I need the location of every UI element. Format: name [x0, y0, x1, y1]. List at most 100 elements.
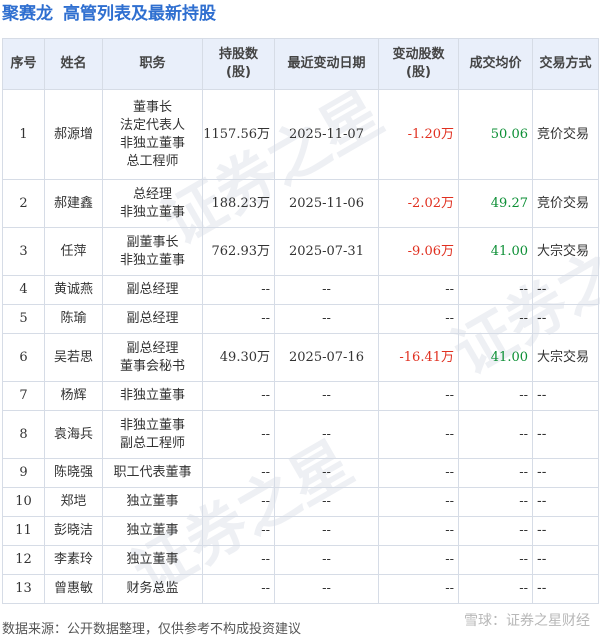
cell-position: 总经理 非独立董事 — [102, 179, 203, 228]
table-row: 3 任萍 副董事长 非独立董事 762.93万 2025-07-31 -9.06万 41.0… — [2, 227, 599, 276]
cell-shares: 762.93万 — [202, 227, 275, 276]
cell-index: 4 — [2, 275, 45, 305]
cell-name: 郑垲 — [44, 487, 103, 517]
table-row: 10 郑垲 独立董事 -- -- -- -- -- — [2, 487, 599, 517]
cell-change-shares: -1.20万 — [378, 89, 459, 180]
brand-watermark: 雪球：证券之星财经 — [464, 613, 590, 629]
cell-position: 独立董事 — [102, 516, 203, 546]
cell-position: 非独立董事 — [102, 381, 203, 411]
cell-change-date: 2025-11-06 — [274, 179, 379, 228]
cell-avg-price: -- — [458, 516, 533, 546]
cell-shares: 49.30万 — [202, 333, 275, 382]
table-row: 9 陈晓强 职工代表董事 -- -- -- -- -- — [2, 458, 599, 488]
table-row: 7 杨辉 非独立董事 -- -- -- -- -- — [2, 381, 599, 411]
cell-trade-method: 竞价交易 — [532, 179, 599, 228]
cell-change-shares: -- — [378, 458, 459, 488]
cell-index: 12 — [2, 545, 45, 575]
cell-index: 1 — [2, 89, 45, 180]
cell-change-date: -- — [274, 410, 379, 459]
cell-change-date: -- — [274, 275, 379, 305]
cell-shares: -- — [202, 381, 275, 411]
column-header: 序号 — [2, 38, 45, 90]
cell-shares: -- — [202, 304, 275, 334]
table-row: 2 郝建鑫 总经理 非独立董事 188.23万 2025-11-06 -2.02万 49.2… — [2, 179, 599, 228]
table-row: 6 吴若思 副总经理 董事会秘书 49.30万 2025-07-16 -16.41万 41.… — [2, 333, 599, 382]
cell-change-shares: -- — [378, 381, 459, 411]
page-title: 聚赛龙 高管列表及最新持股 — [2, 3, 216, 25]
table-header-row: 序号 姓名 职务 持股数 (股) 最近变动日期 变动股数 (股) 成交均价 交易方式 — [2, 38, 599, 90]
cell-position: 独立董事 — [102, 487, 203, 517]
table-row: 11 彭晓洁 独立董事 -- -- -- -- -- — [2, 516, 599, 546]
table-body: 1 郝源增 董事长 法定代表人 非独立董事 总工程师 1157.56万 2025-11-… — [2, 89, 599, 604]
cell-change-shares: -- — [378, 304, 459, 334]
cell-trade-method: -- — [532, 458, 599, 488]
cell-avg-price: 41.00 — [458, 227, 533, 276]
cell-change-shares: -- — [378, 487, 459, 517]
cell-index: 9 — [2, 458, 45, 488]
cell-change-date: 2025-11-07 — [274, 89, 379, 180]
cell-shares: -- — [202, 574, 275, 604]
cell-change-shares: -16.41万 — [378, 333, 459, 382]
cell-trade-method: -- — [532, 487, 599, 517]
cell-change-date: -- — [274, 304, 379, 334]
cell-avg-price: -- — [458, 275, 533, 305]
table-row: 1 郝源增 董事长 法定代表人 非独立董事 总工程师 1157.56万 2025-11-… — [2, 89, 599, 180]
cell-avg-price: -- — [458, 381, 533, 411]
cell-position: 副总经理 — [102, 304, 203, 334]
table-row: 8 袁海兵 非独立董事 副总工程师 -- -- -- -- -- — [2, 410, 599, 459]
cell-avg-price: -- — [458, 304, 533, 334]
company-name: 聚赛龙 — [2, 4, 53, 24]
cell-change-date: -- — [274, 574, 379, 604]
column-header: 成交均价 — [458, 38, 533, 90]
cell-position: 副总经理 — [102, 275, 203, 305]
cell-trade-method: -- — [532, 516, 599, 546]
cell-name: 彭晓洁 — [44, 516, 103, 546]
cell-name: 陈晓强 — [44, 458, 103, 488]
cell-index: 10 — [2, 487, 45, 517]
cell-change-shares: -- — [378, 516, 459, 546]
cell-avg-price: 50.06 — [458, 89, 533, 180]
cell-position: 非独立董事 副总工程师 — [102, 410, 203, 459]
cell-name: 郝建鑫 — [44, 179, 103, 228]
cell-name: 袁海兵 — [44, 410, 103, 459]
executive-table: 序号 姓名 职务 持股数 (股) 最近变动日期 变动股数 (股) 成交均价 交易方式 1 郝源增… — [2, 38, 599, 604]
cell-index: 6 — [2, 333, 45, 382]
cell-change-date: -- — [274, 381, 379, 411]
cell-name: 黄诚燕 — [44, 275, 103, 305]
cell-change-shares: -- — [378, 574, 459, 604]
cell-index: 8 — [2, 410, 45, 459]
cell-shares: -- — [202, 516, 275, 546]
cell-position: 独立董事 — [102, 545, 203, 575]
cell-change-shares: -2.02万 — [378, 179, 459, 228]
column-header: 变动股数 (股) — [378, 38, 459, 90]
column-header: 持股数 (股) — [202, 38, 275, 90]
cell-position: 财务总监 — [102, 574, 203, 604]
cell-name: 任萍 — [44, 227, 103, 276]
title-text: 高管列表及最新持股 — [63, 4, 216, 24]
table-row: 13 曾惠敏 财务总监 -- -- -- -- -- — [2, 574, 599, 604]
cell-avg-price: -- — [458, 458, 533, 488]
cell-avg-price: -- — [458, 410, 533, 459]
cell-change-date: -- — [274, 545, 379, 575]
column-header: 姓名 — [44, 38, 103, 90]
cell-change-date: 2025-07-16 — [274, 333, 379, 382]
cell-change-shares: -9.06万 — [378, 227, 459, 276]
cell-position: 副董事长 非独立董事 — [102, 227, 203, 276]
cell-index: 3 — [2, 227, 45, 276]
table-row: 4 黄诚燕 副总经理 -- -- -- -- -- — [2, 275, 599, 305]
data-source-note: 数据来源：公开数据整理，仅供参考不构成投资建议 — [2, 622, 302, 637]
cell-trade-method: -- — [532, 410, 599, 459]
cell-name: 杨辉 — [44, 381, 103, 411]
cell-avg-price: -- — [458, 487, 533, 517]
cell-change-date: 2025-07-31 — [274, 227, 379, 276]
cell-avg-price: -- — [458, 545, 533, 575]
column-header: 最近变动日期 — [274, 38, 379, 90]
cell-trade-method: 大宗交易 — [532, 333, 599, 382]
cell-shares: 1157.56万 — [202, 89, 275, 180]
cell-trade-method: -- — [532, 574, 599, 604]
cell-trade-method: 竞价交易 — [532, 89, 599, 180]
cell-shares: -- — [202, 275, 275, 305]
cell-trade-method: -- — [532, 275, 599, 305]
cell-position: 副总经理 董事会秘书 — [102, 333, 203, 382]
cell-trade-method: 大宗交易 — [532, 227, 599, 276]
